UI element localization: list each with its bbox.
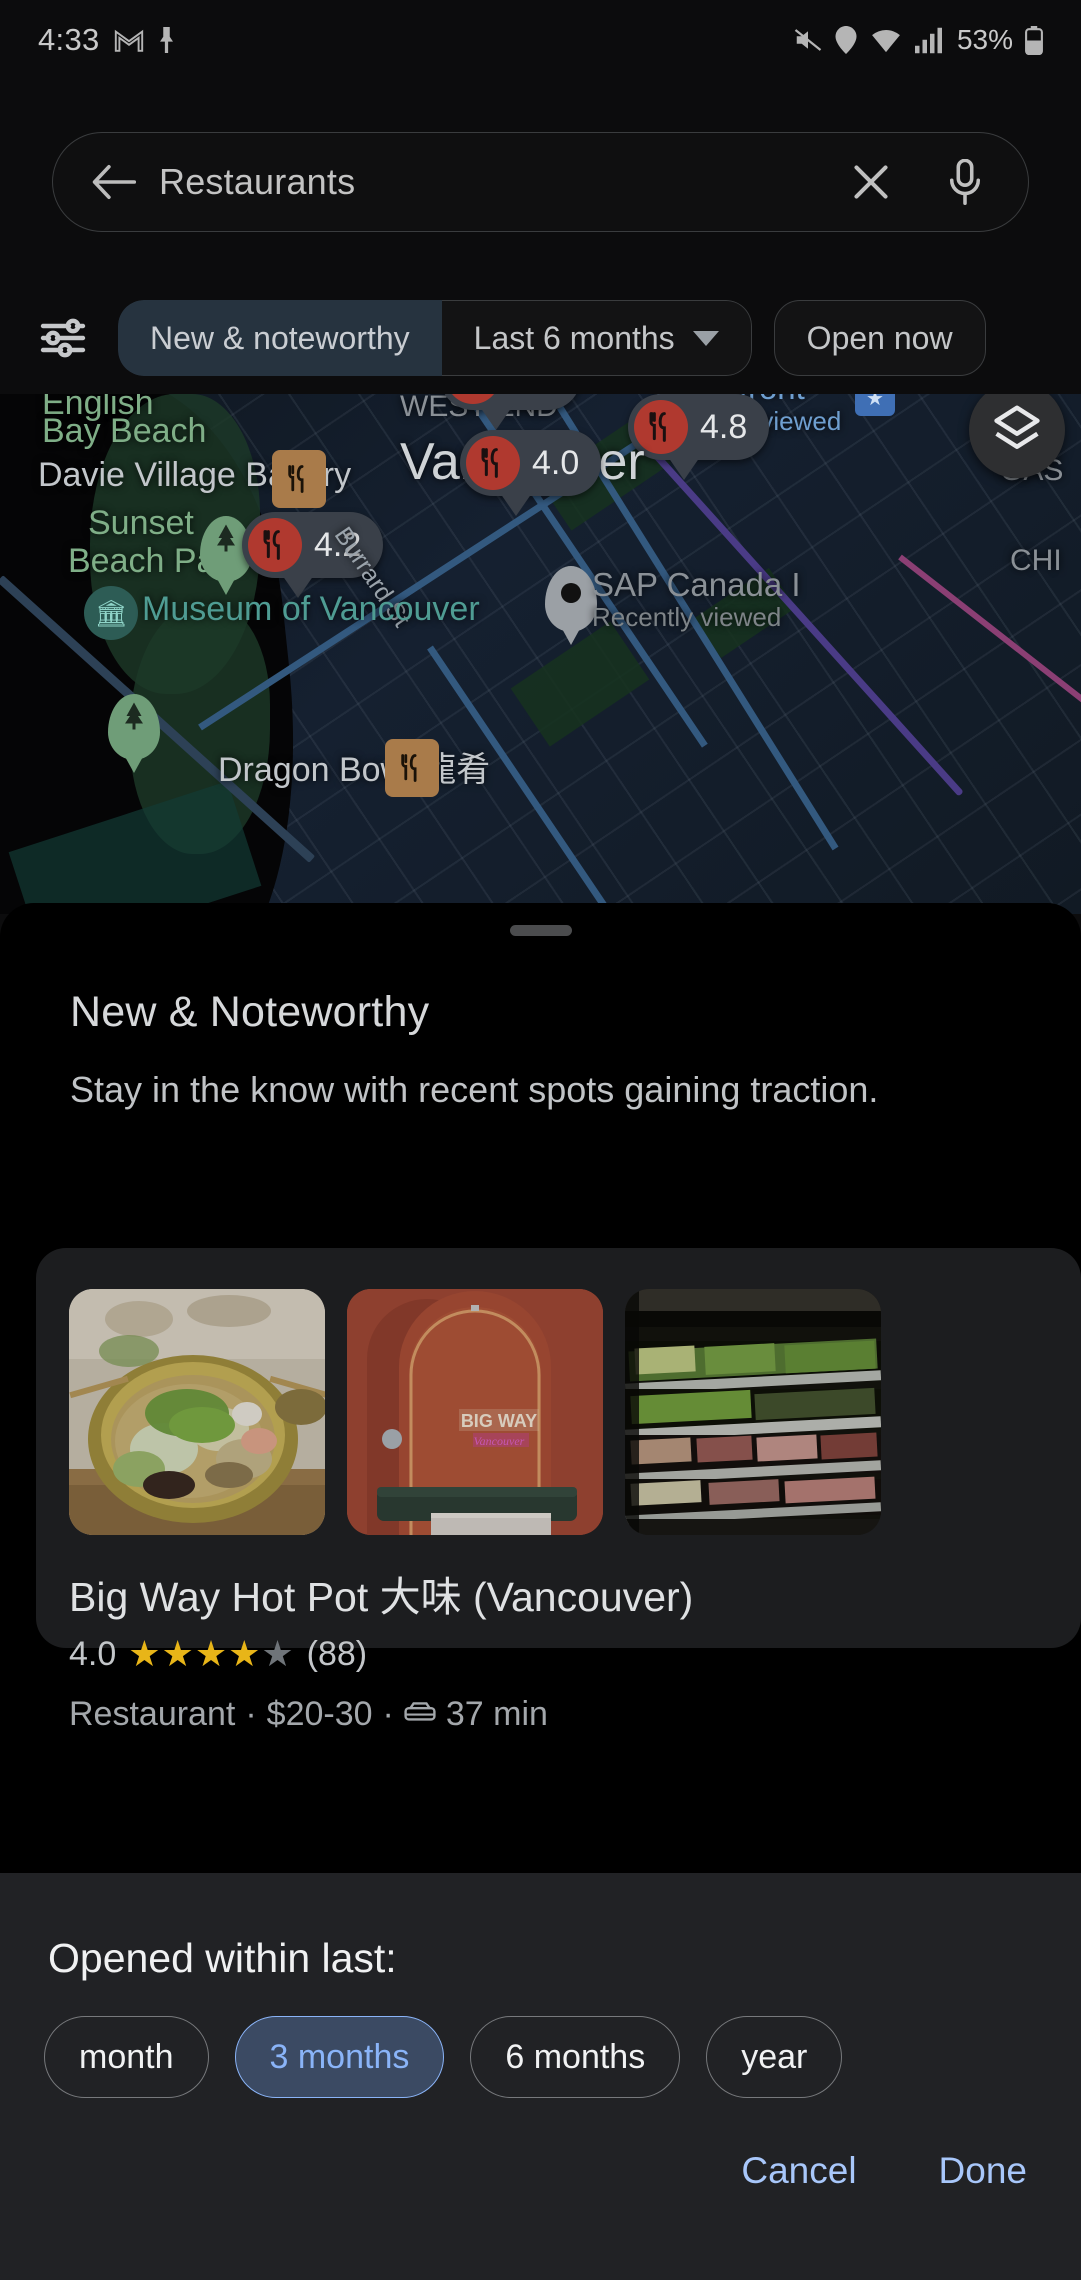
chip-label: New & noteworthy	[150, 319, 410, 356]
sheet-subtitle: Stay in the know with recent spots gaini…	[70, 1069, 879, 1110]
restaurant-icon	[248, 518, 302, 572]
done-button[interactable]: Done	[929, 2136, 1037, 2206]
signal-icon	[914, 27, 942, 53]
location-icon	[835, 26, 857, 54]
museum-icon[interactable]: 🏛	[84, 586, 138, 640]
car-icon	[404, 1695, 436, 1734]
option-chip-6-months[interactable]: 6 months	[470, 2016, 681, 2098]
meta-separator: ·	[245, 1695, 257, 1733]
layers-icon	[994, 405, 1040, 449]
chip-new-noteworthy[interactable]: New & noteworthy	[118, 300, 442, 376]
gmail-icon	[114, 29, 143, 52]
rating-value: 4.8	[700, 407, 748, 446]
carousel-dot-handle[interactable]	[382, 1429, 402, 1449]
cancel-button[interactable]: Cancel	[731, 2136, 866, 2206]
battery-icon	[1025, 25, 1043, 55]
place-name[interactable]: Big Way Hot Pot 大味 (Vancouver)	[69, 1563, 693, 1623]
status-time: 4:33	[38, 22, 100, 57]
place-photo-3[interactable]	[625, 1289, 881, 1535]
place-meta: Restaurant · $20-30 · 37 min	[69, 1695, 548, 1734]
pin-icon	[159, 27, 173, 53]
chip-label: Last 6 months	[473, 319, 675, 356]
search-bar[interactable]: Restaurants	[52, 132, 1029, 232]
chip-last-6-months[interactable]: Last 6 months	[441, 300, 752, 376]
photo-carousel[interactable]: BIG WAY Vancouver	[69, 1289, 881, 1535]
map-label: SAP Canada I	[592, 566, 801, 603]
wifi-icon	[872, 29, 900, 52]
buffet-fridge-shelves-photo	[625, 1289, 881, 1535]
map-label: Bay Beach	[42, 412, 207, 450]
chip-group-new-noteworthy: New & noteworthy Last 6 months	[118, 300, 752, 376]
rating-value: 4.4	[512, 394, 559, 397]
battery-percent: 53%	[956, 24, 1013, 55]
map-canvas[interactable]: WEST END English Bay Beach Dragon Bowl 龍…	[0, 394, 1081, 914]
microphone-icon[interactable]	[932, 149, 998, 215]
chip-label: month	[79, 2037, 174, 2076]
tune-icon[interactable]	[32, 307, 94, 369]
place-photo-2[interactable]: BIG WAY Vancouver	[347, 1289, 603, 1535]
restaurant-interior-neon-sign-photo: BIG WAY Vancouver	[347, 1289, 603, 1535]
google-maps-screen: 4:33 53% Restaurants New & noteworthy La…	[0, 0, 1081, 2280]
chevron-down-icon	[692, 330, 719, 346]
chip-open-now[interactable]: Open now	[773, 300, 986, 376]
meta-separator: ·	[382, 1695, 394, 1733]
rating-pin[interactable]: 4.4	[440, 394, 582, 430]
place-card[interactable]: BIG WAY Vancouver Big Way Hot Pot 大味 (Va…	[36, 1248, 1081, 1733]
map-label: CHI	[1010, 544, 1062, 577]
chip-label: 3 months	[269, 2037, 410, 2076]
back-arrow-icon[interactable]	[83, 151, 145, 213]
modal-option-chips: month 3 months 6 months year	[44, 2016, 843, 2098]
status-bar: 4:33 53%	[0, 0, 1081, 80]
chip-label: Open now	[806, 319, 953, 356]
place-rating: 4.0 ★★★★★ (88)	[69, 1633, 367, 1675]
rating-value: 4.0	[532, 443, 580, 482]
review-count: (88)	[306, 1634, 368, 1673]
modal-actions: Cancel Done	[731, 2136, 1037, 2206]
place-price: $20-30	[266, 1695, 373, 1733]
sheet-drag-handle[interactable]	[509, 925, 572, 936]
hot-pot-bowl-photo	[69, 1289, 325, 1535]
rating-pin[interactable]: 4.8	[628, 394, 770, 480]
option-chip-3-months[interactable]: 3 months	[234, 2016, 445, 2098]
restaurant-icon	[446, 394, 500, 404]
modal-title: Opened within last:	[48, 1935, 397, 1981]
status-bar-right: 53%	[793, 24, 1043, 56]
option-chip-month[interactable]: month	[44, 2016, 209, 2098]
opened-within-modal: Opened within last: month 3 months 6 mon…	[0, 1873, 1081, 2280]
chip-label: year	[741, 2037, 808, 2076]
drive-time: 37 min	[445, 1695, 548, 1733]
search-input[interactable]: Restaurants	[159, 161, 838, 203]
map-label: Sunset	[88, 504, 194, 542]
map-label: Recently viewed	[592, 602, 782, 632]
restaurant-poi-icon[interactable]	[272, 450, 326, 508]
rating-pin[interactable]: 4.0	[460, 430, 602, 516]
chip-label: 6 months	[505, 2037, 646, 2076]
close-icon[interactable]	[838, 149, 904, 215]
mute-icon	[794, 29, 822, 51]
place-photo-1[interactable]	[69, 1289, 325, 1535]
rating-value: 4.0	[69, 1634, 117, 1673]
transit-station-icon: ★	[855, 394, 895, 416]
filter-chip-bar: New & noteworthy Last 6 months Open now	[0, 294, 1081, 382]
map-label: Museum of Vancouver	[142, 590, 480, 628]
status-bar-left: 4:33	[38, 22, 175, 58]
restaurant-poi-icon[interactable]	[385, 739, 439, 797]
map-label: Dragon Bowl 龍肴	[218, 751, 491, 789]
place-category: Restaurant	[69, 1695, 236, 1733]
option-chip-year[interactable]: year	[706, 2016, 843, 2098]
restaurant-icon	[466, 436, 520, 490]
star-rating-icon: ★★★★★	[128, 1633, 295, 1674]
sheet-title: New & Noteworthy	[70, 988, 430, 1036]
